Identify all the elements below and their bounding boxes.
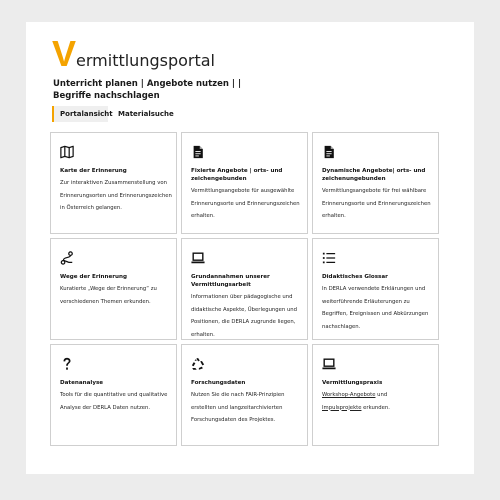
tab-portalansicht[interactable]: Portalansicht: [52, 106, 113, 122]
card-title: Forschungsdaten: [191, 380, 246, 386]
laptop-icon: [191, 252, 205, 264]
card-datenanalyse[interactable]: Datenanalyse Tools für die quantitative …: [50, 344, 177, 446]
brand-title: ermittlungsportal: [76, 51, 215, 70]
card-description: Nutzen Sie die nach FAIR-Prinzipien erst…: [191, 392, 285, 423]
card-wege-der-erinnerung[interactable]: Wege der Erinnerung Kuratierte „Wege der…: [50, 238, 177, 340]
card-title: Karte der Erinnerung: [60, 168, 127, 174]
desc-text: und: [375, 392, 388, 398]
card-fixierte-angebote[interactable]: Fixierte Angebote | orts- und zeichengeb…: [181, 132, 308, 234]
card-didaktisches-glossar[interactable]: Didaktisches Glossar In DERLA verwendete…: [312, 238, 439, 340]
card-vermittlungspraxis[interactable]: Vermittlungspraxis Workshop-Angebote und…: [312, 344, 439, 446]
card-title: Dynamische Angebote| orts- und zeichenun…: [322, 168, 426, 182]
card-grundannahmen[interactable]: Grundannahmen unserer Vermittlungsarbeit…: [181, 238, 308, 340]
list-icon: [322, 252, 336, 264]
map-icon: [60, 145, 74, 159]
card-description: Zur interaktiven Zusammenstellung von Er…: [60, 180, 172, 211]
workshop-link[interactable]: Workshop-Angebote: [322, 392, 375, 398]
brand-logo[interactable]: V ermittlungsportal: [52, 36, 215, 72]
tab-materialsuche[interactable]: Materialsuche: [118, 106, 174, 122]
card-description: Workshop-Angebote und Impulsprojekte erk…: [322, 389, 434, 414]
card-title: Vermittlungspraxis: [322, 380, 383, 386]
card-description: In DERLA verwendete Erklärungen und weit…: [322, 286, 429, 330]
desc-text: erkunden.: [361, 404, 390, 411]
card-dynamische-angebote[interactable]: Dynamische Angebote| orts- und zeichenun…: [312, 132, 439, 234]
question-icon: [63, 357, 71, 370]
card-karte-der-erinnerung[interactable]: Karte der Erinnerung Zur interaktiven Zu…: [50, 132, 177, 234]
page-subtitle: Unterricht planen | Angebote nutzen | | …: [53, 79, 242, 101]
card-forschungsdaten[interactable]: Forschungsdaten Nutzen Sie die nach FAIR…: [181, 344, 308, 446]
brand-initial: V: [52, 33, 77, 74]
page-container: V ermittlungsportal Unterricht planen | …: [26, 22, 474, 474]
card-title: Fixierte Angebote | orts- und zeichengeb…: [191, 168, 283, 182]
laptop-icon: [322, 358, 336, 370]
document-icon: [193, 145, 203, 159]
card-title: Didaktisches Glossar: [322, 274, 388, 280]
card-description: Informationen über pädagogische und dida…: [191, 294, 298, 338]
card-title: Wege der Erinnerung: [60, 274, 127, 280]
card-title: Grundannahmen unserer Vermittlungsarbeit: [191, 274, 270, 288]
recycle-icon: [191, 357, 205, 370]
impulsprojekte-link[interactable]: Impulsprojekte: [322, 405, 361, 411]
card-title: Datenanalyse: [60, 380, 104, 386]
tab-bar: Portalansicht Materialsuche: [52, 106, 192, 122]
card-description: Kuratierte „Wege der Erinnerung“ zu vers…: [60, 286, 157, 305]
card-description: Vermittlungsangebote für frei wählbare E…: [322, 188, 431, 219]
card-description: Vermittlungsangebote für ausgewählte Eri…: [191, 188, 300, 219]
route-icon: [60, 251, 73, 265]
card-description: Tools für die quantitative und qualitati…: [60, 392, 168, 411]
document-icon: [324, 145, 334, 159]
